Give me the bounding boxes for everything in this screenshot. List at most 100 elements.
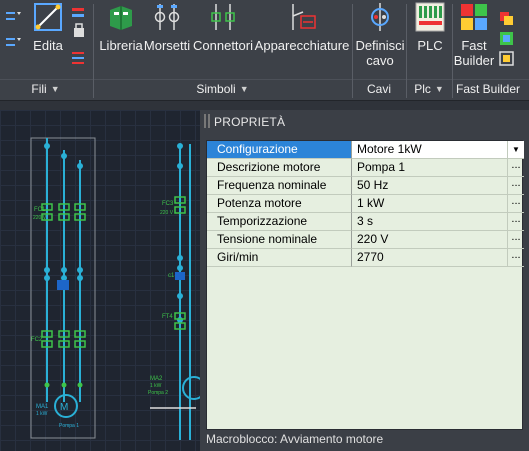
motor-ma2-symbol (182, 376, 200, 400)
property-row-tensione-nominale[interactable]: Tensione nominale 220 V ... (207, 231, 524, 249)
connectors-label: Connettori (193, 38, 253, 53)
connectors-button[interactable]: Connettori (193, 2, 253, 53)
equipment-button[interactable]: Apparecchiature (254, 2, 350, 53)
property-value[interactable]: 220 V (352, 231, 507, 249)
fastbuilder-group-footer: Fast Builder (452, 80, 524, 98)
chevron-down-icon: ▼ (434, 84, 444, 94)
terminals-label: Morsetti (143, 38, 191, 53)
terminals-icon (152, 2, 182, 32)
property-value[interactable]: 50 Hz (352, 177, 507, 195)
ma2-sub-label-2: Pompa 2 (148, 390, 168, 396)
ellipsis-button[interactable]: ... (507, 231, 524, 249)
property-key: Frequenza nominale (207, 177, 352, 195)
simboli-group-footer[interactable]: Simboli ▼ (95, 80, 350, 98)
property-row-descrizione-motore[interactable]: Descrizione motore Pompa 1 ... (207, 159, 524, 177)
ribbon-separator (93, 4, 94, 98)
fc2-label: FC2 (31, 337, 43, 343)
panel-grip-icon[interactable] (204, 114, 210, 128)
fast-builder-icon (459, 2, 489, 32)
property-grid: Configurazione Motore 1kW ▼ Descrizione … (206, 140, 524, 430)
contactor-coil (57, 280, 69, 290)
ma2-label: MA2 (150, 376, 163, 382)
plc-module-icon (415, 2, 445, 32)
property-row-giri-min[interactable]: Giri/min 2770 ... (207, 249, 524, 267)
c1-coil (175, 272, 185, 280)
ribbon-separator (406, 4, 407, 98)
property-value[interactable]: Motore 1kW (352, 141, 507, 159)
fast-builder-label: Fast Builder (453, 38, 495, 68)
ribbon-group-fastbuilder: Fast Builder Fast Builder (454, 0, 520, 101)
fili-footer-label: Fili (31, 82, 47, 96)
connectors-icon (208, 2, 238, 32)
drawing-canvas[interactable]: FC1 220 V FC2 M MA1 1 kW Pompa 1 FC3 220… (0, 110, 200, 451)
ellipsis-button[interactable]: ... (507, 159, 524, 177)
plc-button[interactable]: PLC (410, 2, 450, 53)
fastbuilder-footer-label: Fast Builder (455, 82, 521, 96)
ribbon-group-simboli: Libreria Morsetti Connettori Apparecchia… (95, 0, 350, 101)
ellipsis-button[interactable]: ... (507, 177, 524, 195)
define-cable-label: Definisci cavo (355, 38, 405, 68)
ribbon: Edita Fili ▼ Libreria Morsetti Connettor… (0, 0, 529, 101)
chevron-down-icon: ▼ (239, 84, 249, 94)
equipment-icon (287, 2, 317, 32)
ma1-sub-label: 1 kW (36, 411, 48, 417)
cavi-group-footer: Cavi (354, 80, 404, 98)
property-row-frequenza-nominale[interactable]: Frequenza nominale 50 Hz ... (207, 177, 524, 195)
fili-group-footer[interactable]: Fili ▼ (0, 80, 91, 98)
fc1-label: FC1 (34, 207, 46, 213)
ellipsis-button[interactable]: ... (507, 213, 524, 231)
ma1-label: MA1 (36, 404, 49, 410)
terminals-button[interactable]: Morsetti (143, 2, 191, 53)
property-row-temporizzazione[interactable]: Temporizzazione 3 s ... (207, 213, 524, 231)
ellipsis-button[interactable]: ... (507, 195, 524, 213)
plc-footer-label: Plc (414, 82, 431, 96)
ribbon-group-cavi: Definisci cavo Cavi (354, 0, 405, 101)
fc3-label: FC3 (162, 201, 174, 207)
property-value[interactable]: 3 s (352, 213, 507, 231)
property-row-configurazione[interactable]: Configurazione Motore 1kW ▼ (207, 141, 524, 159)
property-value[interactable]: 1 kW (352, 195, 507, 213)
simboli-footer-label: Simboli (196, 82, 236, 96)
edit-wires-button[interactable]: Edita (30, 2, 66, 53)
chevron-down-icon: ▼ (50, 84, 60, 94)
property-key: Giri/min (207, 249, 352, 267)
property-key: Configurazione (207, 141, 352, 159)
pompa1-label: Pompa 1 (59, 423, 79, 429)
c1-label: c1 (168, 273, 175, 279)
ribbon-group-plc: PLC Plc ▼ (408, 0, 450, 101)
plc-group-footer[interactable]: Plc ▼ (408, 80, 450, 98)
library-label: Libreria (99, 38, 143, 53)
fc3-sub-label: 220 V (160, 210, 174, 216)
toolbar-gap (0, 101, 529, 110)
ma2-sub-label-1: 1 kW (150, 383, 162, 389)
plc-label: PLC (417, 38, 443, 53)
property-row-potenza-motore[interactable]: Potenza motore 1 kW ... (207, 195, 524, 213)
properties-title-text: PROPRIETÀ (214, 115, 286, 129)
motor-ma1-glyph: M (60, 402, 68, 413)
fast-builder-button[interactable]: Fast Builder (454, 2, 494, 68)
properties-panel: PROPRIETÀ Configurazione Motore 1kW ▼ De… (200, 110, 529, 451)
bottom-terminals (44, 382, 83, 388)
builder-small-tools[interactable] (498, 10, 516, 68)
wire-small-tools[interactable] (70, 6, 88, 68)
property-key: Descrizione motore (207, 159, 352, 177)
library-book-icon (106, 2, 136, 32)
equipment-label: Apparecchiature (254, 38, 350, 53)
properties-panel-title: PROPRIETÀ (204, 114, 285, 129)
library-button[interactable]: Libreria (99, 2, 143, 53)
chevron-down-icon[interactable]: ▼ (507, 141, 524, 159)
schematic-drawing: FC1 220 V FC2 M MA1 1 kW Pompa 1 FC3 220… (30, 137, 200, 440)
ft4-label: FT4 (162, 314, 173, 320)
cavi-footer-label: Cavi (366, 82, 391, 96)
property-value[interactable]: 2770 (352, 249, 507, 267)
fc1-sub-label: 220 V (33, 215, 47, 221)
ribbon-separator (352, 4, 353, 98)
edit-wire-icon (33, 2, 63, 32)
property-value[interactable]: Pompa 1 (352, 159, 507, 177)
macroblock-status: Macroblocco: Avviamento motore (206, 432, 384, 446)
wire-tools-icon[interactable] (4, 10, 22, 66)
app-window: Edita Fili ▼ Libreria Morsetti Connettor… (0, 0, 529, 451)
ellipsis-button[interactable]: ... (507, 249, 524, 267)
define-cable-button[interactable]: Definisci cavo (355, 2, 405, 68)
property-key: Temporizzazione (207, 213, 352, 231)
